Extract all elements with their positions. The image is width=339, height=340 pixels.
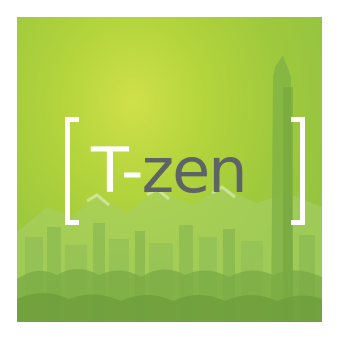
t-zen-logo: T-zen <box>65 117 305 227</box>
logo-wordmark: T-zen <box>91 131 248 211</box>
app-icon-canvas: T-zen <box>0 0 339 340</box>
app-icon[interactable]: T-zen <box>17 17 322 322</box>
left-bracket-icon <box>65 117 79 225</box>
right-bracket-icon <box>291 117 305 225</box>
logo-suffix: zen <box>141 134 248 207</box>
logo-prefix: T- <box>91 134 144 207</box>
